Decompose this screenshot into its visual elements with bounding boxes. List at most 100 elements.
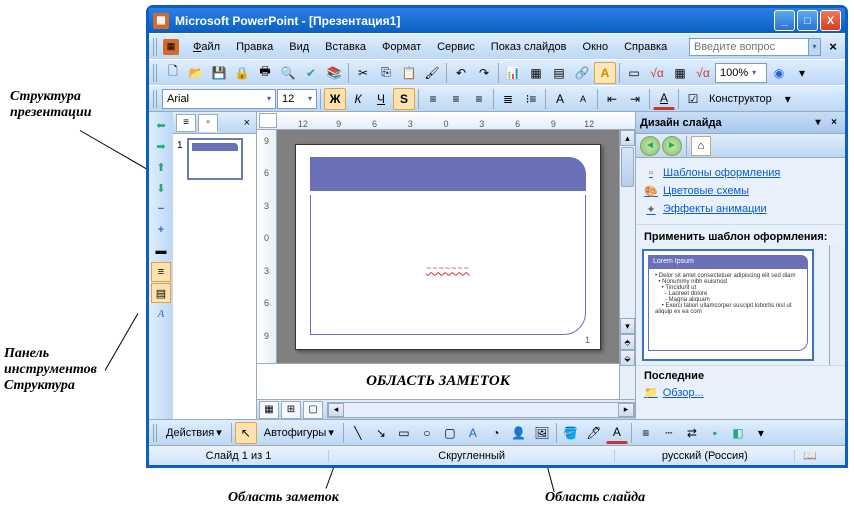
promote-icon[interactable]: ⬅ xyxy=(151,115,171,135)
prev-slide-button[interactable]: ⬘ xyxy=(620,334,635,350)
help-search-dropdown[interactable]: ▾ xyxy=(809,38,821,56)
maximize-button[interactable]: □ xyxy=(797,10,818,31)
menu-insert[interactable]: Вставка xyxy=(317,38,374,56)
horizontal-scrollbar[interactable]: ◂ ▸ xyxy=(327,402,635,418)
grid-icon[interactable]: ▦ xyxy=(669,62,691,84)
help-search-input[interactable] xyxy=(689,38,809,56)
format-painter-icon[interactable]: 🖌 xyxy=(421,62,443,84)
menu-tools[interactable]: Сервис xyxy=(429,38,483,56)
new-icon[interactable]: 🗋 xyxy=(162,62,184,84)
expand-all-icon[interactable]: ≡ xyxy=(151,262,171,282)
align-right-icon[interactable]: ≡ xyxy=(468,88,490,110)
font-color-icon[interactable]: A xyxy=(653,88,675,110)
underline-button[interactable]: Ч xyxy=(370,88,392,110)
outline-tab[interactable]: ≡ xyxy=(176,114,196,132)
close-button[interactable]: X xyxy=(820,10,841,31)
next-slide-button[interactable]: ⬙ xyxy=(620,350,635,366)
table-icon[interactable]: ▦ xyxy=(525,62,547,84)
toolbar-grip[interactable] xyxy=(153,64,159,82)
equation2-icon[interactable]: √α xyxy=(692,62,714,84)
textbox-icon[interactable]: ▢ xyxy=(439,422,461,444)
menu-format[interactable]: Формат xyxy=(374,38,429,56)
chart-icon[interactable]: 📊 xyxy=(502,62,524,84)
shadow-button[interactable]: S xyxy=(393,88,415,110)
color-schemes-link[interactable]: 🎨Цветовые схемы xyxy=(644,182,837,200)
minimize-button[interactable]: _ xyxy=(774,10,795,31)
notes-scrollbar[interactable] xyxy=(619,364,635,399)
align-center-icon[interactable]: ≡ xyxy=(445,88,467,110)
line-style-icon[interactable]: ≡ xyxy=(635,422,657,444)
menu-view[interactable]: Вид xyxy=(281,38,317,56)
doc-close-button[interactable]: × xyxy=(825,39,841,55)
forward-button[interactable]: ► xyxy=(662,136,682,156)
move-down-icon[interactable]: ⬇ xyxy=(151,178,171,198)
spellcheck-status-icon[interactable]: 📖 xyxy=(795,449,825,462)
template-thumbnail[interactable]: Lorem Ipsum • Delor sit amet consectetue… xyxy=(642,249,814,361)
equation-icon[interactable]: √α xyxy=(646,62,668,84)
spellcheck-icon[interactable]: ✔ xyxy=(300,62,322,84)
align-left-icon[interactable]: ≡ xyxy=(422,88,444,110)
vertical-ruler[interactable]: 9 6 3 0 3 6 9 xyxy=(257,130,277,363)
normal-view-button[interactable]: ▦ xyxy=(259,401,279,419)
scroll-right-button[interactable]: ▸ xyxy=(618,403,634,417)
vertical-scrollbar[interactable]: ▴ ▾ ⬘ ⬙ xyxy=(619,130,635,363)
zoom-combo[interactable]: 100%▾ xyxy=(715,63,767,83)
taskpane-menu-button[interactable]: ▾ xyxy=(811,116,825,130)
taskpane-close-button[interactable]: × xyxy=(827,116,841,130)
print-icon[interactable]: 🖶 xyxy=(254,62,276,84)
collapse-all-icon[interactable]: ▬ xyxy=(151,241,171,261)
numbering-icon[interactable]: ≣ xyxy=(497,88,519,110)
expand-icon[interactable]: A xyxy=(594,62,616,84)
toolbar-options-icon[interactable]: ▾ xyxy=(777,88,799,110)
decrease-font-icon[interactable]: A xyxy=(572,88,594,110)
picture-icon[interactable]: 🖼 xyxy=(531,422,553,444)
cut-icon[interactable]: ✂ xyxy=(352,62,374,84)
design-icon[interactable]: ☑ xyxy=(682,88,704,110)
slides-tab[interactable]: ▫ xyxy=(198,114,218,132)
titlebar[interactable]: ▦ Microsoft PowerPoint - [Презентация1] … xyxy=(149,8,845,33)
help-icon[interactable]: ◉ xyxy=(768,62,790,84)
preview-icon[interactable]: 🔍 xyxy=(277,62,299,84)
menu-edit[interactable]: Правка xyxy=(228,38,281,56)
designer-button[interactable]: Конструктор xyxy=(705,93,776,105)
taskpane-scrollbar[interactable] xyxy=(829,245,845,365)
arrow-icon[interactable]: ↘ xyxy=(370,422,392,444)
hyperlink-icon[interactable]: 🔗 xyxy=(571,62,593,84)
sorter-view-button[interactable]: ⊞ xyxy=(281,401,301,419)
font-color-icon[interactable]: A xyxy=(606,422,628,444)
scroll-down-button[interactable]: ▾ xyxy=(620,318,635,334)
pane-close-button[interactable]: × xyxy=(241,117,253,129)
bullets-icon[interactable]: ⁝≡ xyxy=(520,88,542,110)
browse-link[interactable]: 📁Обзор... xyxy=(636,384,845,405)
slide-thumbnail[interactable]: 1 xyxy=(177,138,252,180)
expand-icon[interactable]: + xyxy=(151,220,171,240)
toolbar-grip[interactable] xyxy=(153,424,159,442)
line-icon[interactable]: ╲ xyxy=(347,422,369,444)
status-language[interactable]: русский (Россия) xyxy=(615,450,795,462)
tab-selector[interactable] xyxy=(259,113,277,128)
zoom-fit-icon[interactable]: ▭ xyxy=(623,62,645,84)
shadow-style-icon[interactable]: ▪ xyxy=(704,422,726,444)
menu-file[interactable]: Файл xyxy=(185,38,228,56)
dash-style-icon[interactable]: ┄ xyxy=(658,422,680,444)
redo-icon[interactable]: ↷ xyxy=(473,62,495,84)
menu-help[interactable]: Справка xyxy=(616,38,675,56)
undo-icon[interactable]: ↶ xyxy=(450,62,472,84)
actions-menu[interactable]: Действия ▾ xyxy=(160,426,228,439)
line-color-icon[interactable]: 🖊 xyxy=(583,422,605,444)
rectangle-icon[interactable]: ▭ xyxy=(393,422,415,444)
diagram-icon[interactable]: ◔ xyxy=(485,422,507,444)
research-icon[interactable]: 📚 xyxy=(323,62,345,84)
notes-textarea[interactable]: ОБЛАСТЬ ЗАМЕТОК xyxy=(257,364,619,399)
slide-text-placeholder[interactable]: ~~~~~~~ xyxy=(426,263,470,273)
toolbar-grip[interactable] xyxy=(153,90,159,108)
tables-borders-icon[interactable]: ▤ xyxy=(548,62,570,84)
back-button[interactable]: ◄ xyxy=(640,136,660,156)
increase-font-icon[interactable]: A xyxy=(549,88,571,110)
toolbar-grip[interactable] xyxy=(153,38,159,56)
templates-link[interactable]: ▫Шаблоны оформления xyxy=(644,164,837,182)
show-formatting-icon[interactable]: A xyxy=(151,304,171,324)
toolbar-options-icon[interactable]: ▾ xyxy=(750,422,772,444)
arrow-style-icon[interactable]: ⇄ xyxy=(681,422,703,444)
summary-slide-icon[interactable]: ▤ xyxy=(151,283,171,303)
